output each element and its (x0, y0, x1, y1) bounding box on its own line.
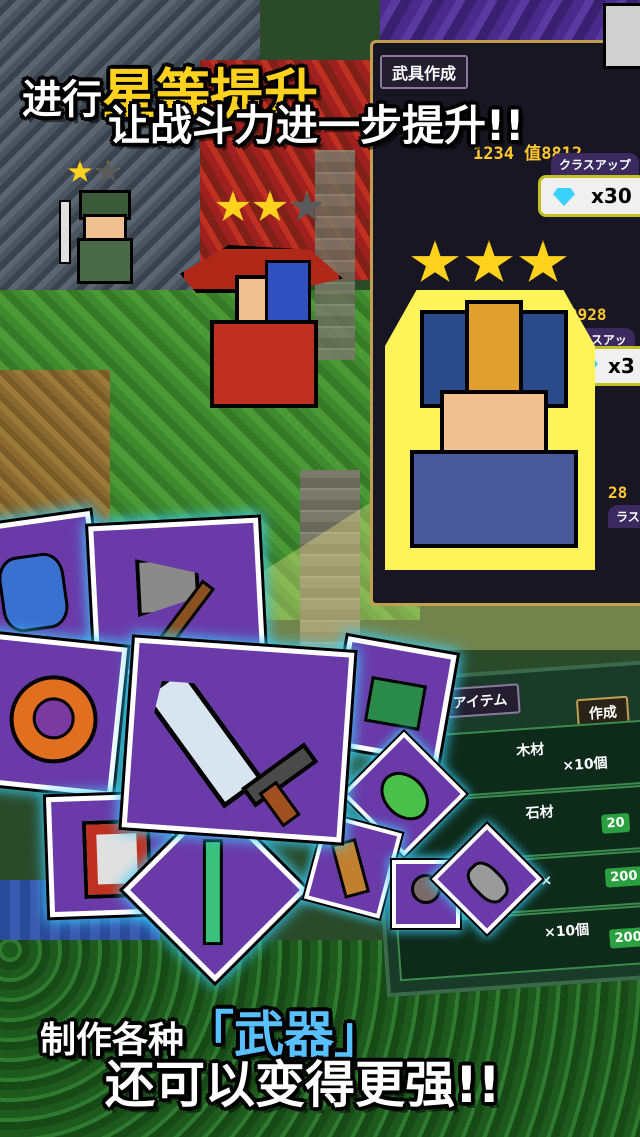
mage-hair (265, 260, 311, 326)
soldier-sword (59, 200, 71, 264)
make-tab-label: 作成 (588, 704, 618, 723)
card-sword-selected[interactable] (121, 637, 355, 843)
cost-badge: 200 (604, 866, 640, 888)
item-name: 木材 (515, 741, 545, 760)
gem-cost: x30 (591, 184, 632, 208)
club-icon (330, 837, 371, 899)
blue-armor-icon (0, 550, 72, 635)
star-icon (67, 160, 93, 182)
item-name: 石材 (525, 804, 555, 823)
star-icon (465, 240, 513, 282)
headline-bottom-line2: 还可以变得更强!! (105, 1056, 501, 1114)
cost-badge: 20 (600, 812, 631, 834)
gem-cost-2: x3 (608, 354, 635, 378)
star-icon (215, 190, 251, 221)
class-up-button[interactable]: x30 (538, 175, 640, 217)
power-arrow: 值 (524, 144, 542, 164)
item-qty: ×10個 (543, 921, 590, 942)
cost-badge: 200 (609, 926, 640, 949)
mage-character (180, 190, 343, 408)
herb-icon (363, 675, 428, 731)
items-tab[interactable]: アイテム (439, 683, 521, 719)
card-fire-shield[interactable] (0, 633, 128, 797)
sword-hilt (258, 780, 301, 828)
star-icon-empty (289, 190, 325, 221)
items-tab-label: アイテム (452, 692, 508, 712)
knight-character (380, 240, 600, 570)
spear-icon (202, 839, 223, 946)
power-value-low: 28 (608, 483, 628, 502)
soldier-body (77, 238, 133, 284)
item-qty: ×10個 (561, 755, 609, 775)
stone-icon (460, 855, 515, 910)
soldier-character (55, 160, 145, 300)
class-up-label: クラスアップ (551, 153, 639, 176)
knight-armor (410, 450, 578, 548)
panel-corner-tab (603, 3, 640, 69)
star-icon (519, 240, 567, 282)
class-up-label-3: ラス (608, 505, 640, 528)
star-icon (252, 190, 288, 221)
diamond-icon (553, 188, 575, 206)
headline-top-prefix: 进行 (22, 77, 102, 123)
headline-top-line2: 让战斗力进一步提升!! (108, 101, 525, 150)
knight-face (440, 390, 548, 458)
star-icon-empty (95, 160, 121, 182)
item-qty: × (539, 872, 553, 890)
star-icon (411, 240, 459, 282)
mage-robe (210, 320, 318, 408)
weapon-craft-tab[interactable]: 武具作成 (380, 55, 469, 89)
leaf-icon (370, 762, 439, 831)
